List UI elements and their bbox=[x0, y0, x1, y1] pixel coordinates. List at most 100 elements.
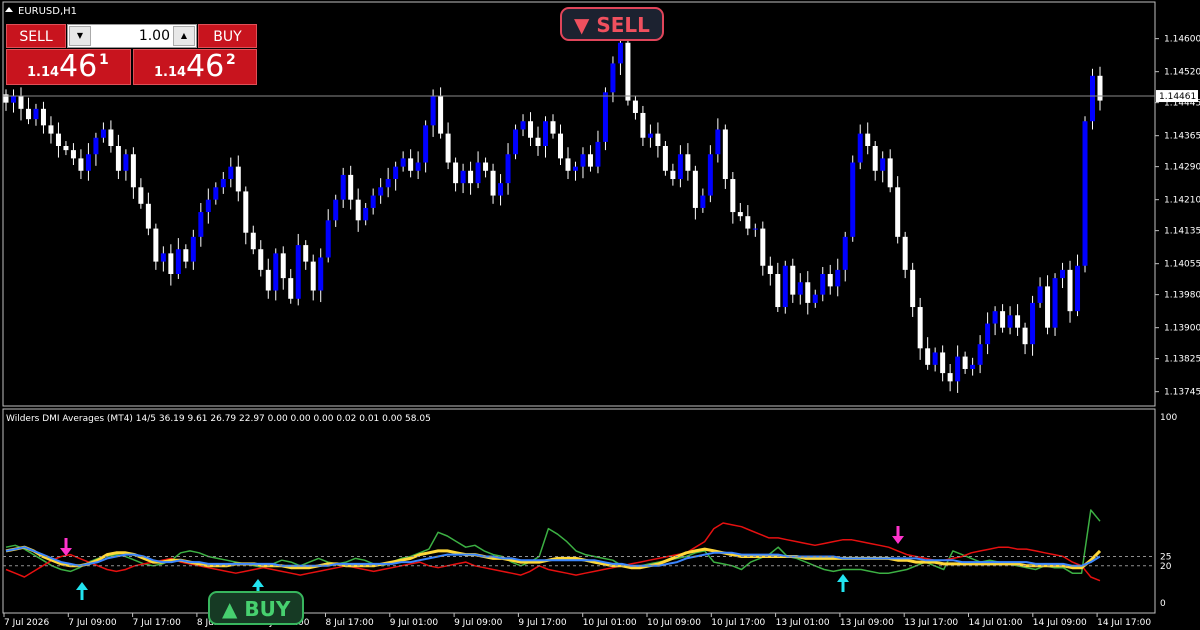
candle-body bbox=[1045, 286, 1051, 328]
candle-body bbox=[812, 294, 818, 303]
candle-body bbox=[782, 265, 788, 308]
candle-body bbox=[115, 146, 121, 171]
buy-arrow-icon bbox=[76, 582, 88, 600]
candle-body bbox=[632, 100, 638, 113]
candle-body bbox=[662, 146, 668, 171]
candle-body bbox=[820, 274, 826, 295]
candle-body bbox=[617, 42, 623, 64]
sell-signal-label: ▼ SELL bbox=[560, 7, 664, 41]
candle-body bbox=[303, 245, 309, 262]
candle-body bbox=[977, 344, 983, 365]
time-tick-label: 13 Jul 01:00 bbox=[776, 618, 830, 628]
sell-price-prefix: 1.14 bbox=[27, 65, 60, 80]
candle-body bbox=[872, 146, 878, 171]
candle-body bbox=[310, 261, 316, 291]
candle-body bbox=[895, 187, 901, 237]
candle-body bbox=[737, 212, 743, 217]
candle-body bbox=[100, 129, 106, 138]
candle-body bbox=[790, 265, 796, 295]
indicator-frame bbox=[2, 408, 1156, 614]
candle-body bbox=[962, 356, 968, 369]
price-tick-label: 1.14600 bbox=[1164, 35, 1200, 45]
buy-button[interactable]: BUY bbox=[198, 24, 257, 48]
candle-body bbox=[190, 236, 196, 262]
candle-body bbox=[1000, 311, 1006, 328]
lot-decrease-icon[interactable]: ▼ bbox=[69, 26, 91, 46]
candle-body bbox=[235, 166, 241, 192]
indicator-tick-label: 20 bbox=[1160, 562, 1172, 572]
buy-price-prefix: 1.14 bbox=[154, 65, 187, 80]
indicator-header: Wilders DMI Averages (MT4) 14/5 36.19 9.… bbox=[6, 414, 431, 424]
candle-body bbox=[415, 162, 421, 171]
sell-arrow-icon bbox=[892, 526, 904, 544]
candle-body bbox=[48, 125, 54, 134]
candle-body bbox=[325, 220, 331, 258]
candle-body bbox=[730, 179, 736, 213]
candle-body bbox=[610, 63, 616, 93]
candle-body bbox=[760, 228, 766, 266]
candle-body bbox=[1067, 269, 1073, 312]
candle-body bbox=[1097, 75, 1103, 101]
indicator-axis: 10025200 bbox=[3, 413, 1177, 609]
candle-body bbox=[40, 108, 46, 126]
candle-body bbox=[970, 364, 976, 369]
candle-body bbox=[1060, 269, 1066, 279]
sell-button[interactable]: SELL bbox=[6, 24, 66, 48]
lot-increase-icon[interactable]: ▲ bbox=[173, 26, 195, 46]
sell-price-button[interactable]: 1.14 46 1 bbox=[6, 49, 131, 85]
candle-body bbox=[213, 187, 219, 200]
candle-body bbox=[55, 133, 61, 146]
candle-body bbox=[10, 96, 16, 103]
time-tick-label: 7 Jul 2026 bbox=[4, 618, 49, 628]
candle-body bbox=[745, 216, 751, 229]
lot-size-input[interactable]: 1.00 bbox=[94, 25, 170, 47]
candle-body bbox=[385, 179, 391, 188]
candle-body bbox=[393, 166, 399, 180]
arrow-head bbox=[252, 579, 264, 587]
candle-body bbox=[835, 269, 841, 287]
time-tick-label: 13 Jul 09:00 bbox=[840, 618, 894, 628]
indicator-tick-label: 0 bbox=[1160, 599, 1166, 609]
candle-body bbox=[767, 265, 773, 274]
indicator-series-line bbox=[5, 545, 1102, 570]
candle-body bbox=[917, 307, 923, 349]
candle-body bbox=[865, 133, 871, 146]
candle-body bbox=[625, 42, 631, 101]
price-candles bbox=[3, 31, 1103, 393]
candle-body bbox=[655, 133, 661, 146]
candle-body bbox=[130, 154, 136, 188]
candle-body bbox=[850, 162, 856, 237]
price-tick-label: 1.14210 bbox=[1164, 196, 1200, 206]
candle-body bbox=[775, 274, 781, 308]
candle-body bbox=[880, 158, 886, 171]
arrow-head bbox=[892, 536, 904, 544]
candle-body bbox=[827, 274, 833, 287]
buy-price-button[interactable]: 1.14 46 2 bbox=[133, 49, 257, 85]
current-price-label: 1.14461 bbox=[1159, 92, 1196, 102]
lot-size-stepper: ▼ 1.00 ▲ bbox=[67, 24, 197, 48]
candle-body bbox=[985, 323, 991, 345]
collapse-panel-icon[interactable] bbox=[5, 7, 13, 12]
candle-body bbox=[333, 199, 339, 221]
time-tick-label: 14 Jul 17:00 bbox=[1097, 618, 1151, 628]
price-tick-label: 1.14290 bbox=[1164, 163, 1200, 173]
price-tick-label: 1.14055 bbox=[1164, 260, 1200, 270]
candle-body bbox=[123, 154, 129, 171]
price-tick-label: 1.14520 bbox=[1164, 68, 1200, 78]
time-tick-label: 9 Jul 17:00 bbox=[518, 618, 567, 628]
candle-body bbox=[370, 195, 376, 208]
time-axis: 7 Jul 20267 Jul 09:007 Jul 17:008 Jul 01… bbox=[3, 613, 1151, 628]
candle-body bbox=[25, 108, 31, 120]
candle-body bbox=[378, 187, 384, 196]
candle-body bbox=[1007, 315, 1013, 328]
one-click-trading-panel: SELL ▼ 1.00 ▲ BUY 1.14 46 1 1.14 46 2 bbox=[6, 24, 257, 85]
candle-body bbox=[647, 133, 653, 138]
candle-body bbox=[318, 257, 324, 291]
candle-body bbox=[273, 253, 279, 291]
candle-body bbox=[910, 269, 916, 308]
candle-body bbox=[640, 112, 646, 138]
candle-body bbox=[490, 170, 496, 196]
candle-body bbox=[153, 228, 159, 262]
buy-arrow-icon bbox=[837, 574, 849, 592]
candle-body bbox=[1015, 315, 1021, 328]
